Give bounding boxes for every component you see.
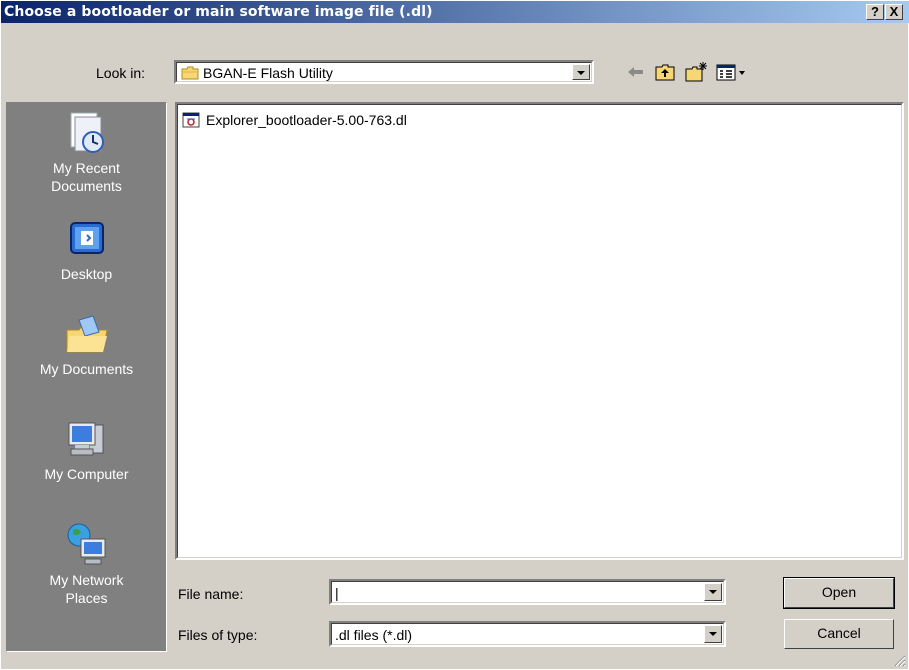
network-places-icon: [67, 523, 105, 565]
cancel-button[interactable]: Cancel: [784, 619, 894, 649]
files-of-type-select[interactable]: .dl files (*.dl): [329, 621, 726, 647]
my-computer-icon: [68, 422, 103, 456]
file-name-text: Explorer_bootloader-5.00-763.dl: [206, 112, 407, 128]
chevron-down-icon: [577, 71, 585, 75]
place-my-documents[interactable]: My Documents: [7, 310, 166, 378]
look-in-combo[interactable]: BGAN-E Flash Utility: [174, 60, 594, 84]
file-open-dialog: Choose a bootloader or main software ima…: [0, 0, 909, 670]
place-label: My Recent: [53, 160, 120, 176]
file-name-label: File name:: [178, 586, 244, 602]
place-label: Documents: [51, 178, 122, 194]
place-label: My Network: [49, 572, 124, 588]
file-list[interactable]: Explorer_bootloader-5.00-763.dl: [175, 102, 904, 560]
place-label: Desktop: [60, 266, 113, 282]
look-in-value: BGAN-E Flash Utility: [203, 65, 333, 81]
title-bar[interactable]: Choose a bootloader or main software ima…: [1, 1, 909, 23]
dl-file-icon: [182, 112, 200, 128]
place-my-network-places[interactable]: My Network Places: [7, 521, 166, 607]
place-label: My Documents: [39, 361, 134, 377]
place-desktop[interactable]: Desktop: [7, 215, 166, 283]
files-of-type-value: .dl files (*.dl): [335, 627, 413, 643]
place-label: Places: [65, 590, 108, 606]
view-menu-icon[interactable]: [715, 61, 749, 83]
folder-icon: [181, 66, 199, 80]
chevron-down-icon: [709, 632, 717, 636]
back-arrow-icon[interactable]: [625, 61, 647, 83]
dialog-title: Choose a bootloader or main software ima…: [4, 4, 433, 20]
help-button[interactable]: ?: [866, 4, 884, 20]
look-in-label: Look in:: [96, 65, 146, 81]
file-name-input[interactable]: |: [329, 579, 726, 605]
file-name-value: |: [335, 585, 339, 601]
file-name-dropdown-button[interactable]: [704, 583, 722, 601]
chevron-down-icon: [709, 590, 717, 594]
look-in-dropdown-button[interactable]: [572, 64, 590, 80]
place-label: My Computer: [44, 466, 129, 482]
desktop-icon: [69, 222, 104, 254]
files-of-type-dropdown-button[interactable]: [704, 625, 722, 643]
recent-documents-icon: [70, 112, 104, 153]
resize-grip-icon[interactable]: [894, 655, 906, 667]
new-folder-icon[interactable]: [684, 61, 708, 83]
places-bar: My Recent Documents Desktop My Documents: [6, 102, 167, 652]
place-my-recent-documents[interactable]: My Recent Documents: [7, 109, 166, 195]
my-documents-icon: [66, 315, 108, 353]
close-button[interactable]: X: [885, 4, 903, 20]
files-of-type-label: Files of type:: [178, 627, 258, 643]
place-my-computer[interactable]: My Computer: [7, 415, 166, 483]
open-button[interactable]: Open: [783, 577, 895, 609]
up-folder-icon[interactable]: [654, 61, 676, 83]
